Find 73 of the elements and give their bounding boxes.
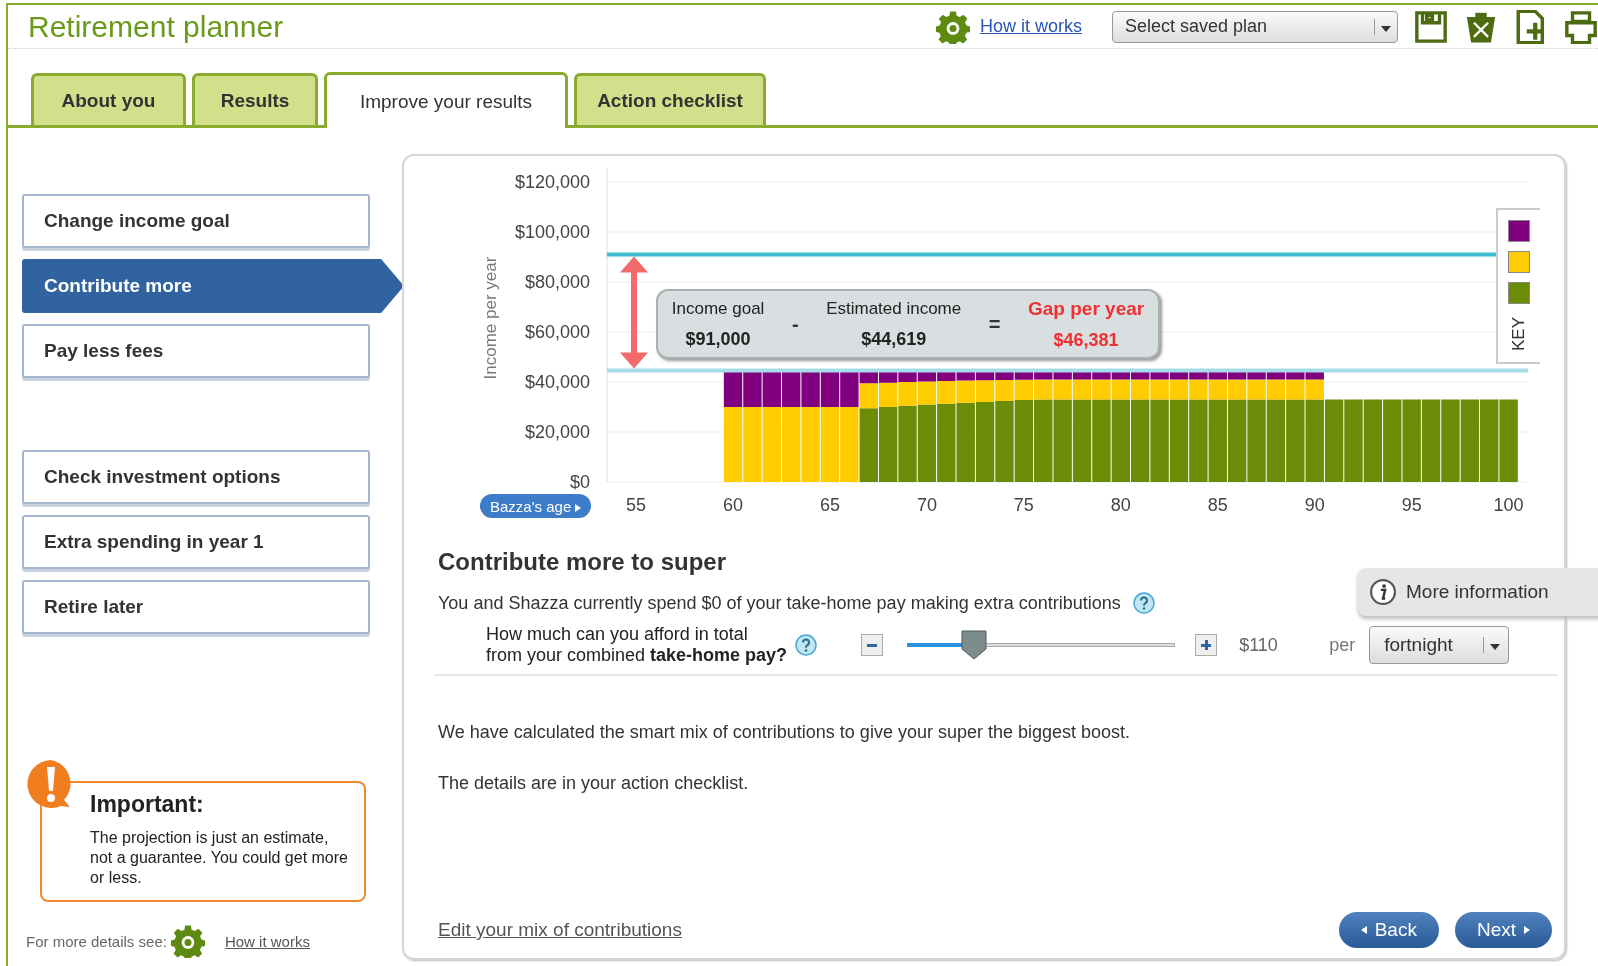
x-axis-label: 60 (723, 495, 744, 515)
y-axis-label: $20,000 (524, 422, 590, 442)
tab[interactable]: Improve your results (324, 72, 568, 128)
paragraph-text: The details are in your action checklist. (438, 773, 750, 794)
x-axis-label: 80 (1110, 495, 1131, 515)
tab[interactable]: Action checklist (574, 73, 766, 125)
footer-text: For more details see: (26, 932, 167, 950)
intro-text: You and Shazza currently spend $0 of your take-home pay making extra contributions (438, 592, 1121, 614)
y-axis-label: $120,000 (514, 172, 590, 192)
save-icon[interactable] (1414, 9, 1448, 44)
plus-icon[interactable] (1195, 634, 1218, 656)
triangle-left-icon (1360, 926, 1367, 934)
triangle-right-icon (1524, 926, 1530, 934)
minus-icon[interactable] (861, 634, 884, 656)
more-information-button[interactable]: More information (1358, 568, 1598, 616)
y-axis-label: $100,000 (514, 222, 590, 242)
x-axis-label: 55 (626, 495, 647, 515)
next-button[interactable]: Next (1454, 912, 1552, 948)
notice-text: The projection is just an estimate, not a guarantee. You could get more or less. (90, 828, 349, 888)
saved-plan-select[interactable]: Select saved plan (1112, 10, 1398, 43)
edit-contributions-link[interactable]: Edit your mix of contributions (438, 919, 682, 941)
age-button[interactable]: Bazza's age (480, 494, 592, 518)
caret-icon (1490, 644, 1501, 650)
term-value: $46,381 (1053, 329, 1119, 351)
back-button[interactable]: Back (1338, 912, 1439, 948)
term-label: Income goal (671, 298, 765, 319)
operator-symbol: - (791, 312, 799, 336)
app-title: Retirement planner (28, 9, 284, 44)
question-text: How much can you afford in total from your combined take-home pay? (486, 624, 788, 666)
key-label: KEY (1509, 316, 1528, 351)
x-axis-label: 95 (1401, 495, 1422, 515)
help-icon[interactable] (795, 634, 818, 656)
operator-symbol: = (988, 312, 1001, 336)
amount-value: $110 (1239, 634, 1279, 656)
y-axis-label: $60,000 (524, 322, 590, 342)
x-axis-label: 100 (1493, 495, 1524, 515)
info-icon (1370, 579, 1396, 605)
term-label: Estimated income (826, 298, 962, 319)
x-axis-label: 85 (1207, 495, 1228, 515)
slider-thumb[interactable] (961, 630, 988, 660)
triangle-right-icon (575, 503, 582, 512)
y-axis-label: $40,000 (524, 372, 590, 392)
sidebar-item[interactable]: Extra spending in year 1 (22, 515, 370, 569)
term-value: $91,000 (685, 328, 751, 350)
sidebar-item[interactable]: Change income goal (22, 194, 370, 248)
how-it-works-link[interactable]: How it works (224, 932, 310, 950)
contribution-slider[interactable] (907, 630, 1176, 660)
gear-icon (936, 9, 970, 44)
gear-icon (170, 924, 205, 958)
x-axis-label: 70 (916, 495, 937, 515)
help-icon[interactable] (1132, 592, 1155, 614)
x-axis-label: 90 (1304, 495, 1325, 515)
tab[interactable]: About you (31, 73, 186, 125)
y-axis-title: Income per year (481, 256, 500, 380)
x-axis-label: 75 (1013, 495, 1034, 515)
tab[interactable]: Results (192, 73, 318, 125)
sidebar-item[interactable]: Retire later (22, 580, 370, 634)
caret-icon (1381, 25, 1391, 32)
sidebar-item[interactable]: Check investment options (22, 450, 370, 504)
notice-title: Important: (90, 791, 205, 818)
term-value: $44,619 (861, 328, 927, 350)
y-axis-label: $0 (569, 472, 590, 492)
how-it-works-link[interactable]: How it works (980, 16, 1082, 37)
sidebar-item[interactable]: Pay less fees (22, 324, 370, 378)
paragraph-text: We have calculated the smart mix of contributions to give your super the biggest boost. (438, 722, 1132, 743)
print-icon[interactable] (1564, 9, 1598, 44)
section-title: Contribute more to super (438, 548, 727, 576)
period-select[interactable]: fortnight (1369, 626, 1510, 664)
x-axis-label: 65 (819, 495, 840, 515)
term-label: Gap per year (1028, 297, 1145, 320)
sidebar-item[interactable]: Contribute more (22, 259, 404, 313)
per-label: per (1329, 634, 1356, 656)
y-axis-label: $80,000 (524, 272, 590, 292)
